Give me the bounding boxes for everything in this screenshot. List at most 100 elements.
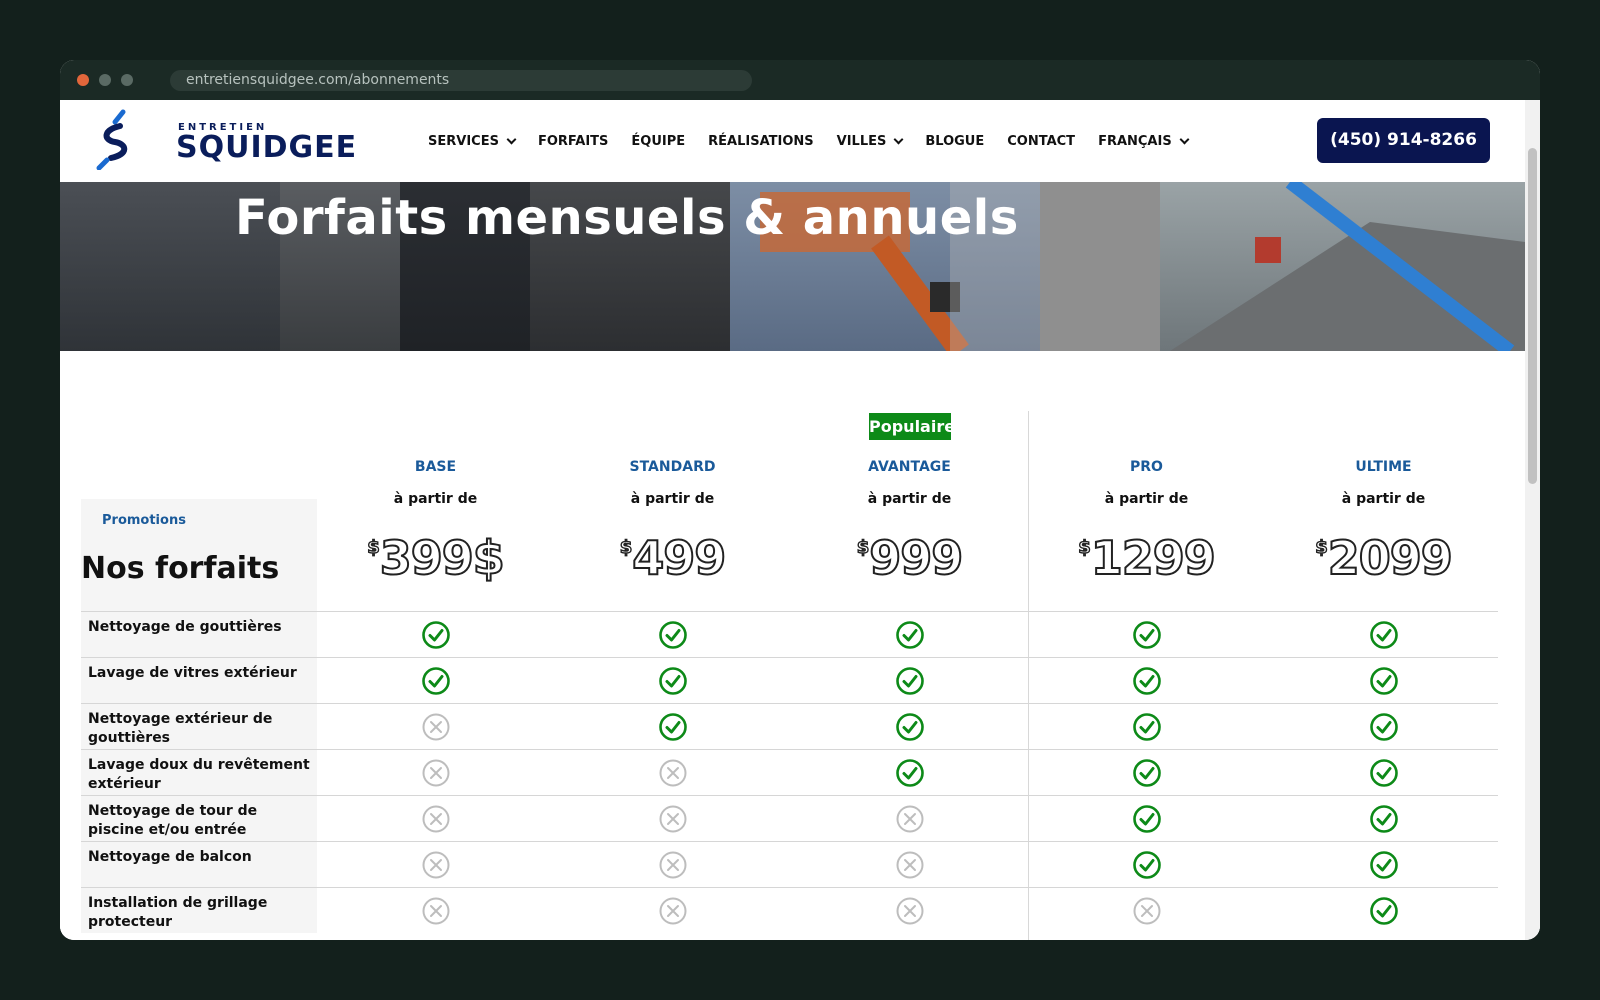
phone-button[interactable]: (450) 914-8266 — [1317, 118, 1490, 163]
price-amount: 499 — [631, 530, 727, 586]
promotions-link[interactable]: Promotions — [102, 513, 186, 528]
x-circle-icon — [554, 888, 791, 933]
plan-name: AVANTAGE — [868, 459, 951, 475]
check-circle-icon — [1028, 704, 1265, 749]
x-circle-icon — [1028, 888, 1265, 933]
x-circle-icon — [317, 842, 554, 887]
close-window-button[interactable] — [77, 74, 89, 86]
nav-item-3[interactable]: RÉALISATIONS — [708, 134, 814, 149]
nav-item-label: CONTACT — [1007, 133, 1076, 149]
price-currency: $ — [619, 536, 633, 558]
feature-row: Nettoyage de tour de piscine et/ou entré… — [81, 795, 1498, 841]
nav-item-6[interactable]: CONTACT — [1007, 134, 1075, 149]
check-circle-icon — [1028, 658, 1265, 703]
browser-window: entretiensquidgee.com/abonnements ENTRET… — [60, 60, 1540, 940]
nav-item-label: FRANÇAIS — [1098, 133, 1172, 149]
nav-item-7[interactable]: FRANÇAIS — [1098, 133, 1190, 149]
plan-price: $1299 — [1028, 530, 1265, 586]
price-currency: $ — [856, 536, 870, 558]
scrollbar[interactable] — [1525, 100, 1540, 940]
check-circle-icon — [791, 704, 1028, 749]
squidgee-logo-icon — [96, 109, 128, 171]
x-circle-icon — [791, 842, 1028, 887]
x-circle-icon — [317, 888, 554, 933]
nav-item-label: BLOGUE — [925, 133, 985, 149]
chevron-down-icon — [1179, 134, 1190, 144]
feature-row: Nettoyage de gouttières — [81, 611, 1498, 657]
price-currency: $ — [1315, 536, 1329, 558]
check-circle-icon — [1028, 750, 1265, 795]
plan-name: ULTIME — [1355, 459, 1412, 475]
main-nav: SERVICES FORFAITS ÉQUIPE RÉALISATIONS VILLES… — [428, 100, 1211, 182]
plan-price: $999 — [791, 530, 1028, 586]
check-circle-icon — [1028, 612, 1265, 657]
nav-item-2[interactable]: ÉQUIPE — [631, 134, 685, 149]
check-circle-icon — [791, 750, 1028, 795]
check-circle-icon — [1028, 796, 1265, 841]
nav-item-label: VILLES — [836, 133, 887, 149]
check-circle-icon — [1265, 842, 1502, 887]
plan-from-label: à partir de — [630, 491, 715, 507]
price-amount: 2099 — [1327, 530, 1454, 586]
nav-item-0[interactable]: SERVICES — [428, 134, 517, 149]
hero-image-roof — [1040, 182, 1525, 351]
plan-name: BASE — [414, 459, 457, 475]
address-bar[interactable]: entretiensquidgee.com/abonnements — [170, 70, 752, 91]
plan-from-label: à partir de — [867, 491, 952, 507]
feature-label: Nettoyage de tour de piscine et/ou entré… — [81, 796, 317, 841]
x-circle-icon — [554, 750, 791, 795]
popular-badge: Populaire — [869, 413, 955, 440]
plan-name: STANDARD — [629, 459, 716, 475]
check-circle-icon — [1028, 842, 1265, 887]
feature-row: Installation de grillage protecteur — [81, 887, 1498, 933]
nav-item-4[interactable]: VILLES — [836, 133, 904, 149]
check-circle-icon — [317, 612, 554, 657]
nav-item-label: RÉALISATIONS — [708, 133, 814, 149]
nav-item-label: FORFAITS — [537, 133, 609, 149]
x-circle-icon — [317, 750, 554, 795]
plan-price: $499 — [554, 530, 791, 586]
minimize-window-button[interactable] — [99, 74, 111, 86]
feature-rows: Nettoyage de gouttières Lavage de vitres … — [81, 611, 1498, 933]
plan-price: $399$ — [317, 530, 554, 586]
scrollbar-thumb[interactable] — [1528, 148, 1537, 484]
site-header: ENTRETIEN SQUIDGEE SERVICES FORFAITS ÉQUIP… — [60, 100, 1525, 182]
hero-banner: Forfaits mensuels & annuels — [60, 182, 1525, 351]
plan-price: $2099 — [1265, 530, 1502, 586]
nav-item-5[interactable]: BLOGUE — [925, 134, 984, 149]
check-circle-icon — [1265, 704, 1502, 749]
check-circle-icon — [554, 612, 791, 657]
x-circle-icon — [554, 842, 791, 887]
x-circle-icon — [317, 796, 554, 841]
x-circle-icon — [317, 704, 554, 749]
check-circle-icon — [554, 658, 791, 703]
nav-item-label: ÉQUIPE — [631, 133, 686, 149]
check-circle-icon — [791, 658, 1028, 703]
price-amount: 999 — [868, 530, 964, 586]
x-circle-icon — [791, 796, 1028, 841]
check-circle-icon — [554, 704, 791, 749]
check-circle-icon — [1265, 612, 1502, 657]
check-circle-icon — [1265, 888, 1502, 933]
feature-label: Lavage doux du revêtement extérieur — [81, 750, 317, 795]
check-circle-icon — [1265, 796, 1502, 841]
plan-name: PRO — [1130, 459, 1163, 475]
site-logo[interactable]: ENTRETIEN SQUIDGEE — [93, 108, 356, 171]
price-amount: 1299 — [1090, 530, 1217, 586]
x-circle-icon — [554, 796, 791, 841]
feature-row: Lavage doux du revêtement extérieur — [81, 749, 1498, 795]
hero-title: Forfaits mensuels & annuels — [235, 190, 1019, 246]
roof-illustration-icon — [1040, 182, 1525, 351]
maximize-window-button[interactable] — [121, 74, 133, 86]
nav-item-1[interactable]: FORFAITS — [538, 134, 608, 149]
feature-label: Installation de grillage protecteur — [81, 888, 317, 933]
check-circle-icon — [1265, 750, 1502, 795]
price-currency: $ — [1078, 536, 1092, 558]
feature-label: Nettoyage extérieur de gouttières — [81, 704, 317, 749]
logo-wordmark: SQUIDGEE — [176, 130, 358, 165]
pricing-table: Promotions Nos forfaits Populaire BASE à … — [60, 351, 1525, 940]
web-page: ENTRETIEN SQUIDGEE SERVICES FORFAITS ÉQUIP… — [60, 100, 1540, 940]
chevron-down-icon — [506, 134, 517, 144]
price-amount: 399$ — [379, 530, 506, 586]
plan-from-label: à partir de — [393, 491, 478, 507]
